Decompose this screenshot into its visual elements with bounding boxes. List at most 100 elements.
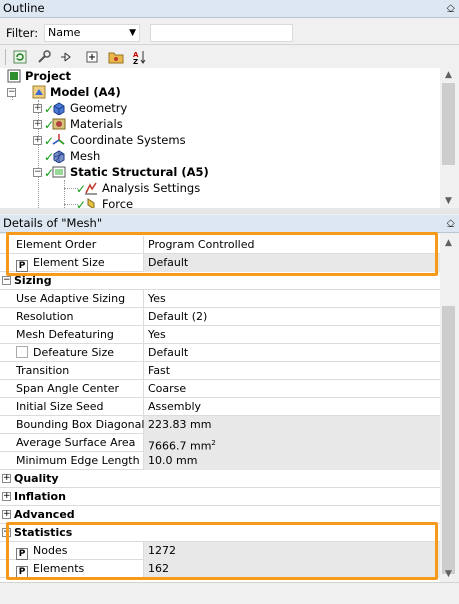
details-title-text: Details of "Mesh" bbox=[3, 216, 103, 230]
expand-icon[interactable]: + bbox=[33, 103, 42, 113]
outline-tree: Project − Model (A4) + ✓ Geometry + ✓ Ma… bbox=[0, 68, 440, 208]
parameter-checkbox[interactable] bbox=[16, 346, 28, 358]
panel-splitter[interactable] bbox=[0, 208, 459, 214]
details-row-transition[interactable]: Transition Fast bbox=[0, 362, 440, 380]
group-label: Inflation bbox=[14, 490, 66, 503]
outline-toolbar: AZ bbox=[0, 46, 459, 68]
property-value[interactable]: Fast bbox=[144, 362, 440, 380]
tree-item-project[interactable]: Project bbox=[7, 68, 71, 84]
materials-icon: ✓ bbox=[44, 117, 66, 132]
scrollbar-thumb[interactable] bbox=[442, 83, 455, 165]
property-value[interactable]: Yes bbox=[144, 290, 440, 308]
bottom-bar bbox=[0, 582, 459, 604]
details-row-initial-size-seed[interactable]: Initial Size Seed Assembly bbox=[0, 398, 440, 416]
tree-item-label: Force bbox=[102, 197, 134, 208]
property-name: Bounding Box Diagonal bbox=[14, 416, 144, 434]
property-name-text: Defeature Size bbox=[33, 346, 115, 359]
details-row-resolution[interactable]: Resolution Default (2) bbox=[0, 308, 440, 326]
expand-icon[interactable]: + bbox=[2, 510, 11, 519]
unit-superscript: 2 bbox=[211, 439, 216, 447]
scrollbar-thumb[interactable] bbox=[442, 306, 455, 574]
pin-icon[interactable]: ⎐ bbox=[446, 215, 455, 232]
tree-item-label: Project bbox=[25, 69, 72, 83]
property-value: 10.0 mm bbox=[144, 452, 440, 470]
pin-icon[interactable]: ⎐ bbox=[446, 0, 455, 17]
scroll-up-icon[interactable]: ▲ bbox=[440, 236, 457, 250]
property-value[interactable]: Yes bbox=[144, 326, 440, 344]
project-icon bbox=[7, 69, 21, 83]
model-icon bbox=[32, 85, 46, 99]
tree-item-analysis-settings[interactable]: ✓ Analysis Settings bbox=[76, 180, 201, 196]
outline-scrollbar[interactable]: ▲ ▼ bbox=[440, 68, 457, 208]
tree-item-label: Geometry bbox=[70, 101, 128, 115]
toolbar-separator bbox=[5, 49, 6, 65]
collapse-icon[interactable]: − bbox=[7, 87, 16, 97]
property-name: Resolution bbox=[14, 308, 144, 326]
scroll-up-icon[interactable]: ▲ bbox=[440, 68, 457, 82]
expand-icon[interactable]: + bbox=[2, 474, 11, 483]
collapse-icon[interactable]: − bbox=[2, 276, 11, 285]
coordinate-systems-icon: ✓ bbox=[44, 133, 66, 148]
expand-icon[interactable]: + bbox=[2, 492, 11, 501]
sort-az-icon[interactable]: AZ bbox=[132, 49, 148, 65]
filter-label: Filter: bbox=[6, 26, 39, 40]
filter-search-input[interactable] bbox=[150, 24, 293, 42]
details-row-bounding-box-diagonal: Bounding Box Diagonal 223.83 mm bbox=[0, 416, 440, 434]
group-label: Quality bbox=[14, 472, 59, 485]
group-quality[interactable]: + Quality bbox=[0, 470, 440, 488]
refresh-icon[interactable] bbox=[12, 49, 28, 65]
details-row-mesh-defeaturing[interactable]: Mesh Defeaturing Yes bbox=[0, 326, 440, 344]
tree-item-geometry[interactable]: + ✓ Geometry bbox=[33, 100, 127, 116]
details-panel-title: Details of "Mesh" ⎐ bbox=[0, 215, 459, 233]
outline-title-text: Outline bbox=[3, 1, 45, 15]
tree-item-label: Static Structural (A5) bbox=[70, 165, 209, 179]
details-row-minimum-edge-length: Minimum Edge Length 10.0 mm bbox=[0, 452, 440, 470]
outline-panel-title: Outline ⎐ bbox=[0, 0, 459, 18]
details-row-use-adaptive-sizing[interactable]: Use Adaptive Sizing Yes bbox=[0, 290, 440, 308]
property-value[interactable]: Coarse bbox=[144, 380, 440, 398]
tree-collapse-icon[interactable] bbox=[60, 49, 76, 65]
analysis-settings-icon: ✓ bbox=[76, 181, 98, 196]
tree-item-label: Materials bbox=[70, 117, 123, 131]
tree-item-label: Analysis Settings bbox=[102, 181, 201, 195]
svg-text:Z: Z bbox=[133, 58, 138, 65]
scroll-down-icon[interactable]: ▼ bbox=[440, 194, 457, 208]
mesh-icon: ✓ bbox=[44, 149, 66, 164]
tree-item-model[interactable]: − Model (A4) bbox=[7, 84, 121, 100]
expand-icon[interactable]: + bbox=[33, 135, 42, 145]
expand-icon[interactable]: + bbox=[33, 119, 42, 129]
details-scrollbar[interactable]: ▲ ▼ bbox=[440, 234, 457, 582]
property-name: Initial Size Seed bbox=[14, 398, 144, 416]
wrench-icon[interactable] bbox=[36, 49, 52, 65]
highlight-box-defaults bbox=[6, 232, 438, 276]
tree-item-force[interactable]: ✓ Force bbox=[76, 196, 134, 208]
property-name: Average Surface Area bbox=[14, 434, 144, 452]
expand-all-icon[interactable] bbox=[84, 49, 100, 65]
tree-item-mesh[interactable]: ✓ Mesh bbox=[44, 148, 100, 164]
property-value[interactable]: Default (2) bbox=[144, 308, 440, 326]
tree-item-label: Model (A4) bbox=[50, 85, 121, 99]
property-name: Mesh Defeaturing bbox=[14, 326, 144, 344]
tree-item-materials[interactable]: + ✓ Materials bbox=[33, 116, 123, 132]
tree-item-label: Coordinate Systems bbox=[70, 133, 186, 147]
tree-item-coordinate-systems[interactable]: + ✓ Coordinate Systems bbox=[33, 132, 186, 148]
folder-icon[interactable] bbox=[108, 49, 124, 65]
filter-dropdown[interactable]: Name ▼ bbox=[44, 24, 140, 42]
property-name: Use Adaptive Sizing bbox=[14, 290, 144, 308]
scroll-down-icon[interactable]: ▼ bbox=[440, 567, 457, 581]
property-name: Minimum Edge Length bbox=[14, 452, 144, 470]
geometry-icon: ✓ bbox=[44, 101, 66, 116]
collapse-icon[interactable]: − bbox=[33, 167, 42, 177]
property-name: Defeature Size bbox=[14, 344, 144, 362]
group-inflation[interactable]: + Inflation bbox=[0, 488, 440, 506]
details-row-span-angle-center[interactable]: Span Angle Center Coarse bbox=[0, 380, 440, 398]
static-structural-icon: ✓ bbox=[44, 165, 66, 180]
force-icon: ✓ bbox=[76, 197, 98, 208]
property-value[interactable]: Default bbox=[144, 344, 440, 362]
property-value-text: 7666.7 mm bbox=[148, 439, 212, 453]
filter-bar: Filter: Name ▼ bbox=[0, 20, 459, 45]
details-row-defeature-size[interactable]: Defeature Size Default bbox=[0, 344, 440, 362]
tree-item-static-structural[interactable]: − ✓ Static Structural (A5) bbox=[33, 164, 209, 180]
property-value[interactable]: Assembly bbox=[144, 398, 440, 416]
property-value: 7666.7 mm2 bbox=[144, 434, 440, 453]
